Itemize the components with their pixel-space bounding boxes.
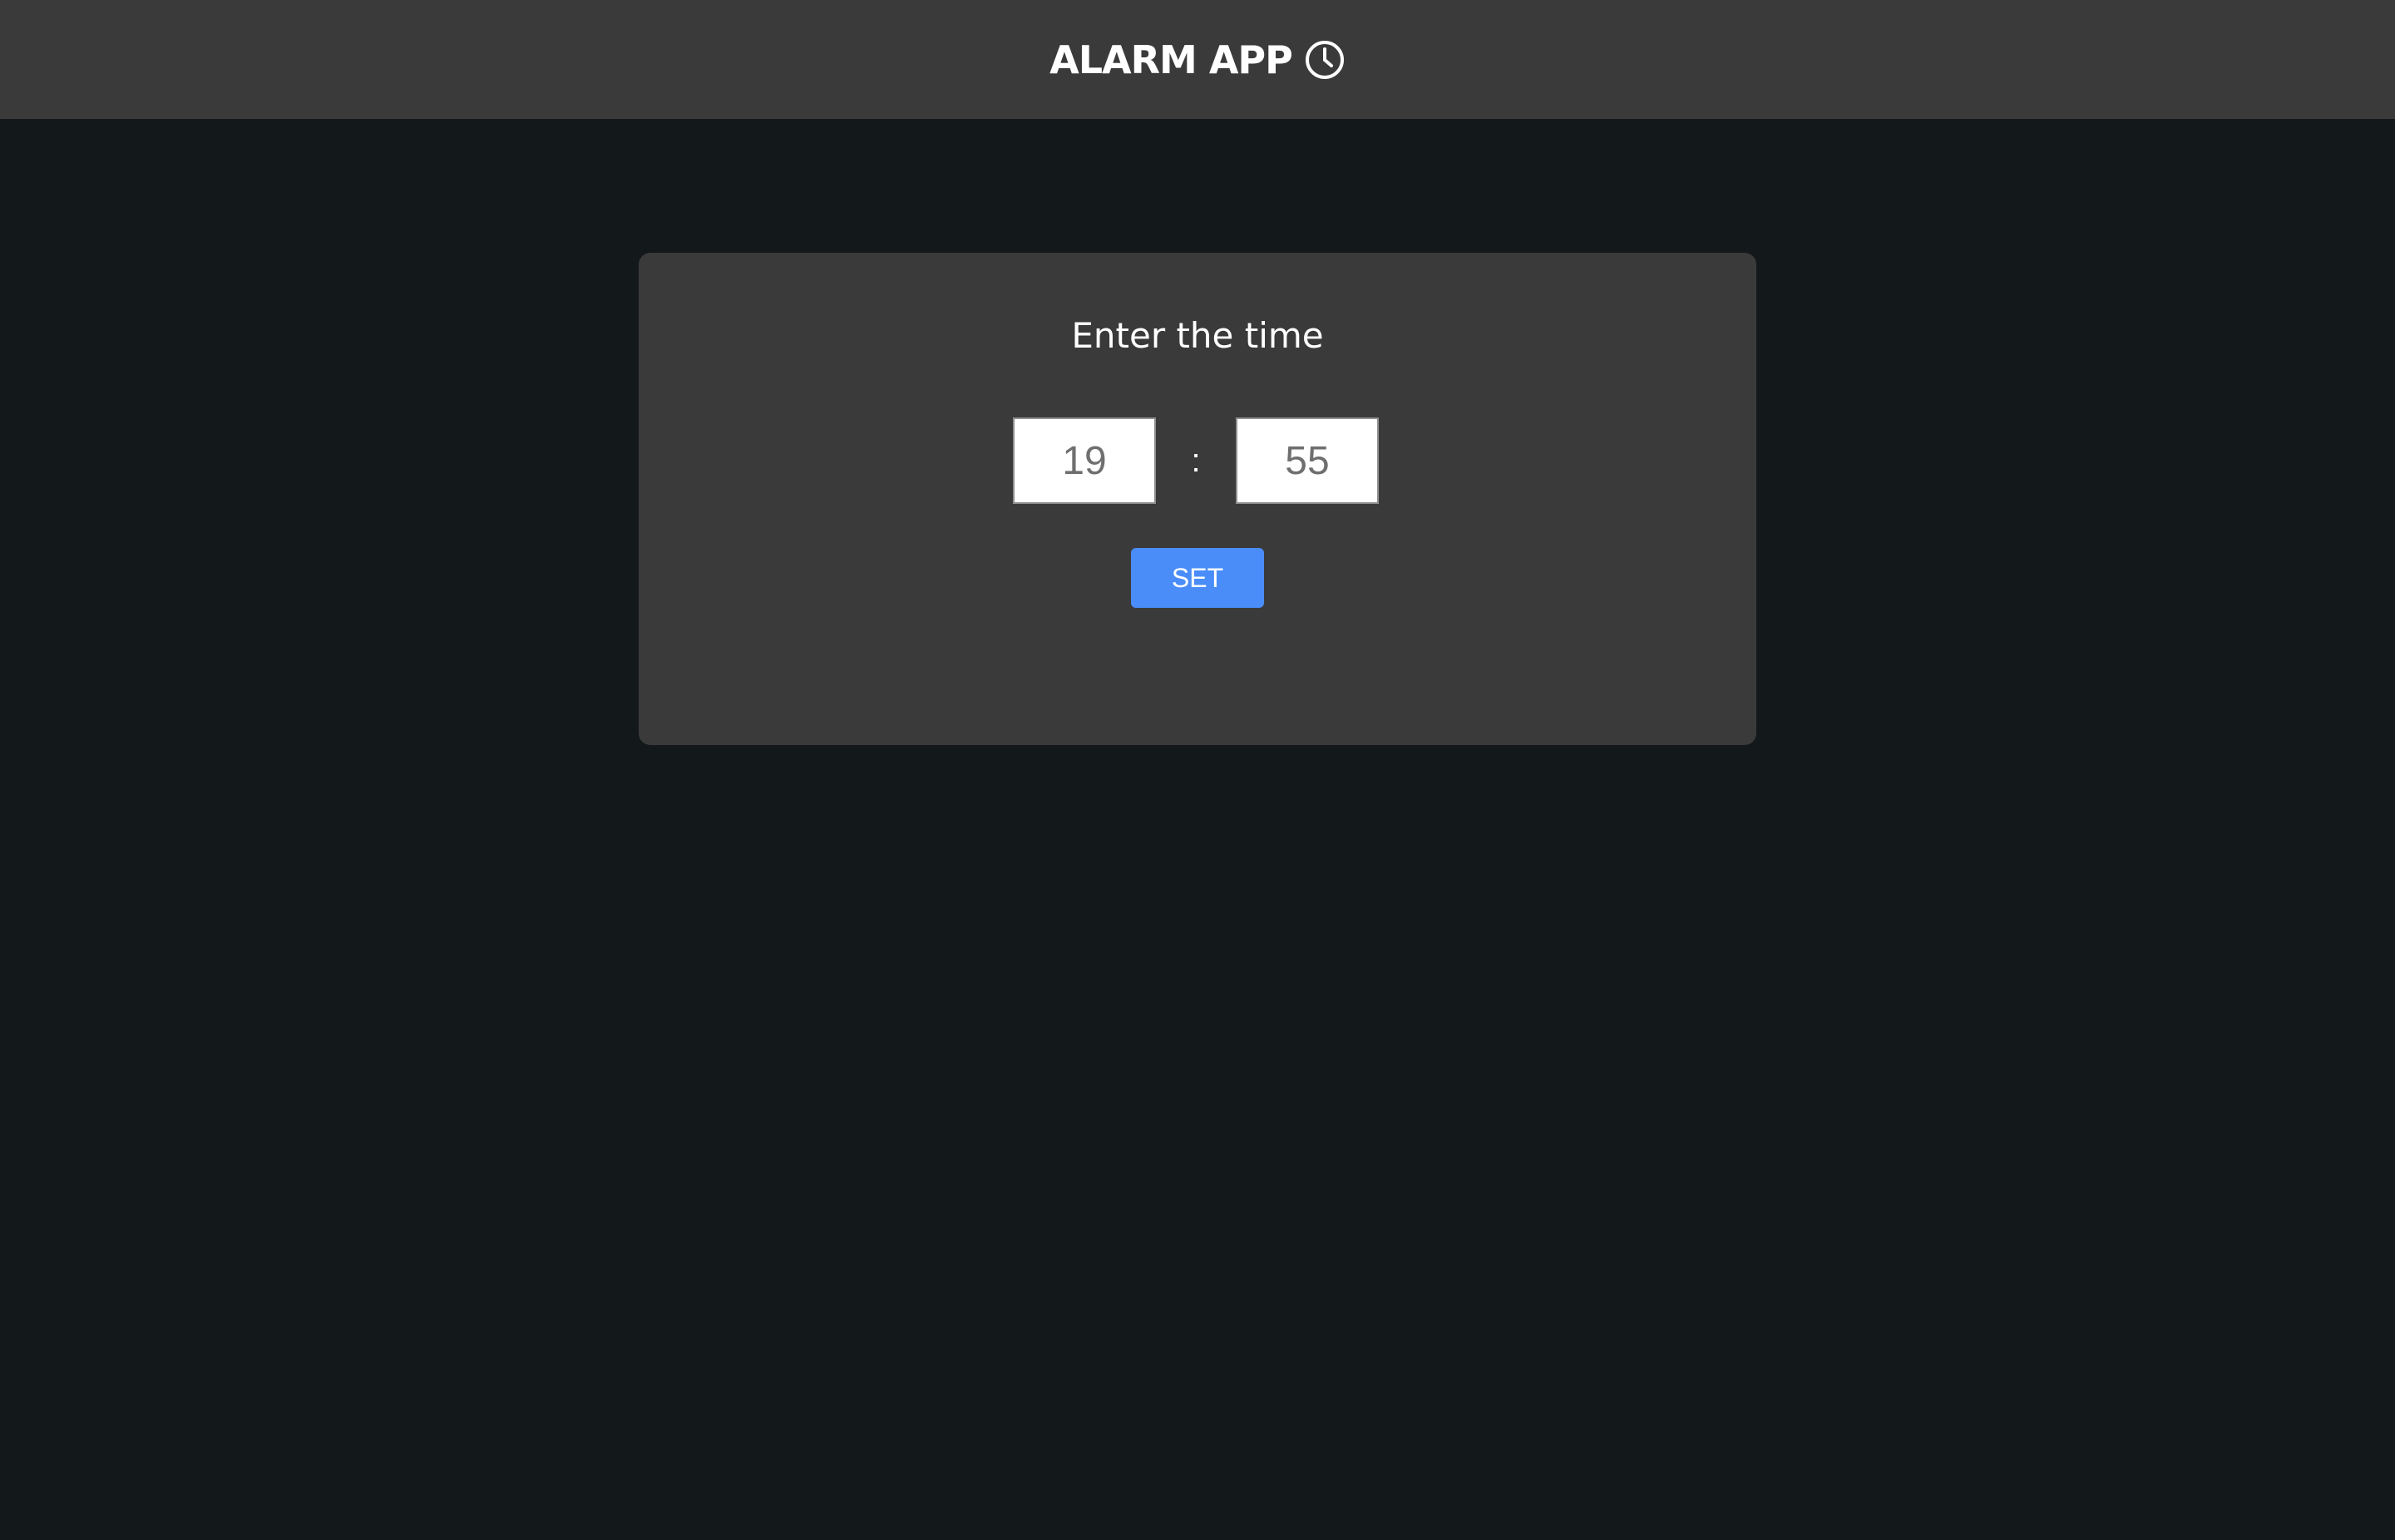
hours-input[interactable] (1013, 417, 1156, 504)
set-alarm-button[interactable]: SET (1131, 548, 1264, 608)
alarm-card: Enter the time : SET (639, 253, 1756, 745)
app-header: ALARM APP (0, 0, 2395, 119)
app-title: ALARM APP (1049, 37, 1293, 82)
clock-icon (1304, 39, 1346, 81)
time-prompt: Enter the time (1071, 315, 1324, 356)
minutes-input[interactable] (1236, 417, 1379, 504)
header-title-group: ALARM APP (1049, 37, 1346, 82)
time-separator: : (1191, 442, 1201, 479)
